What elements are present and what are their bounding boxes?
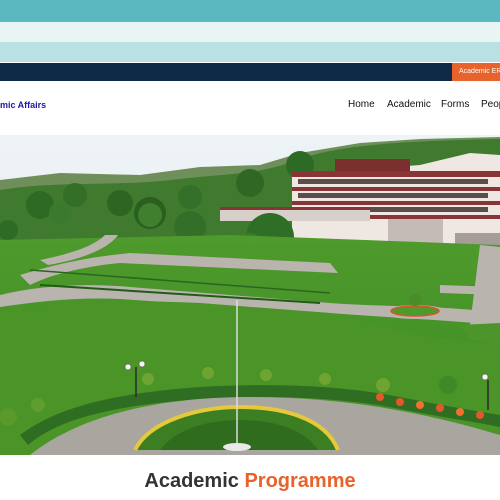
browser-address-band (0, 22, 500, 42)
hero-campus-image (0, 135, 500, 455)
site-brand[interactable]: mic Affairs (0, 100, 46, 110)
nav-item-forms[interactable]: Forms (441, 99, 469, 110)
academic-erp-button[interactable]: Academic ER (452, 63, 500, 81)
browser-toolbar-band (0, 42, 500, 62)
top-bar (0, 63, 500, 81)
section-title-part1: Academic (144, 470, 239, 492)
nav-item-academic[interactable]: Academic (387, 99, 431, 110)
browser-top-band (0, 0, 500, 22)
nav-item-home[interactable]: Home (348, 99, 375, 110)
section-title: Academic Programme (0, 470, 500, 493)
nav-item-people[interactable]: Peop (481, 99, 500, 110)
section-title-part2: Programme (244, 470, 356, 492)
